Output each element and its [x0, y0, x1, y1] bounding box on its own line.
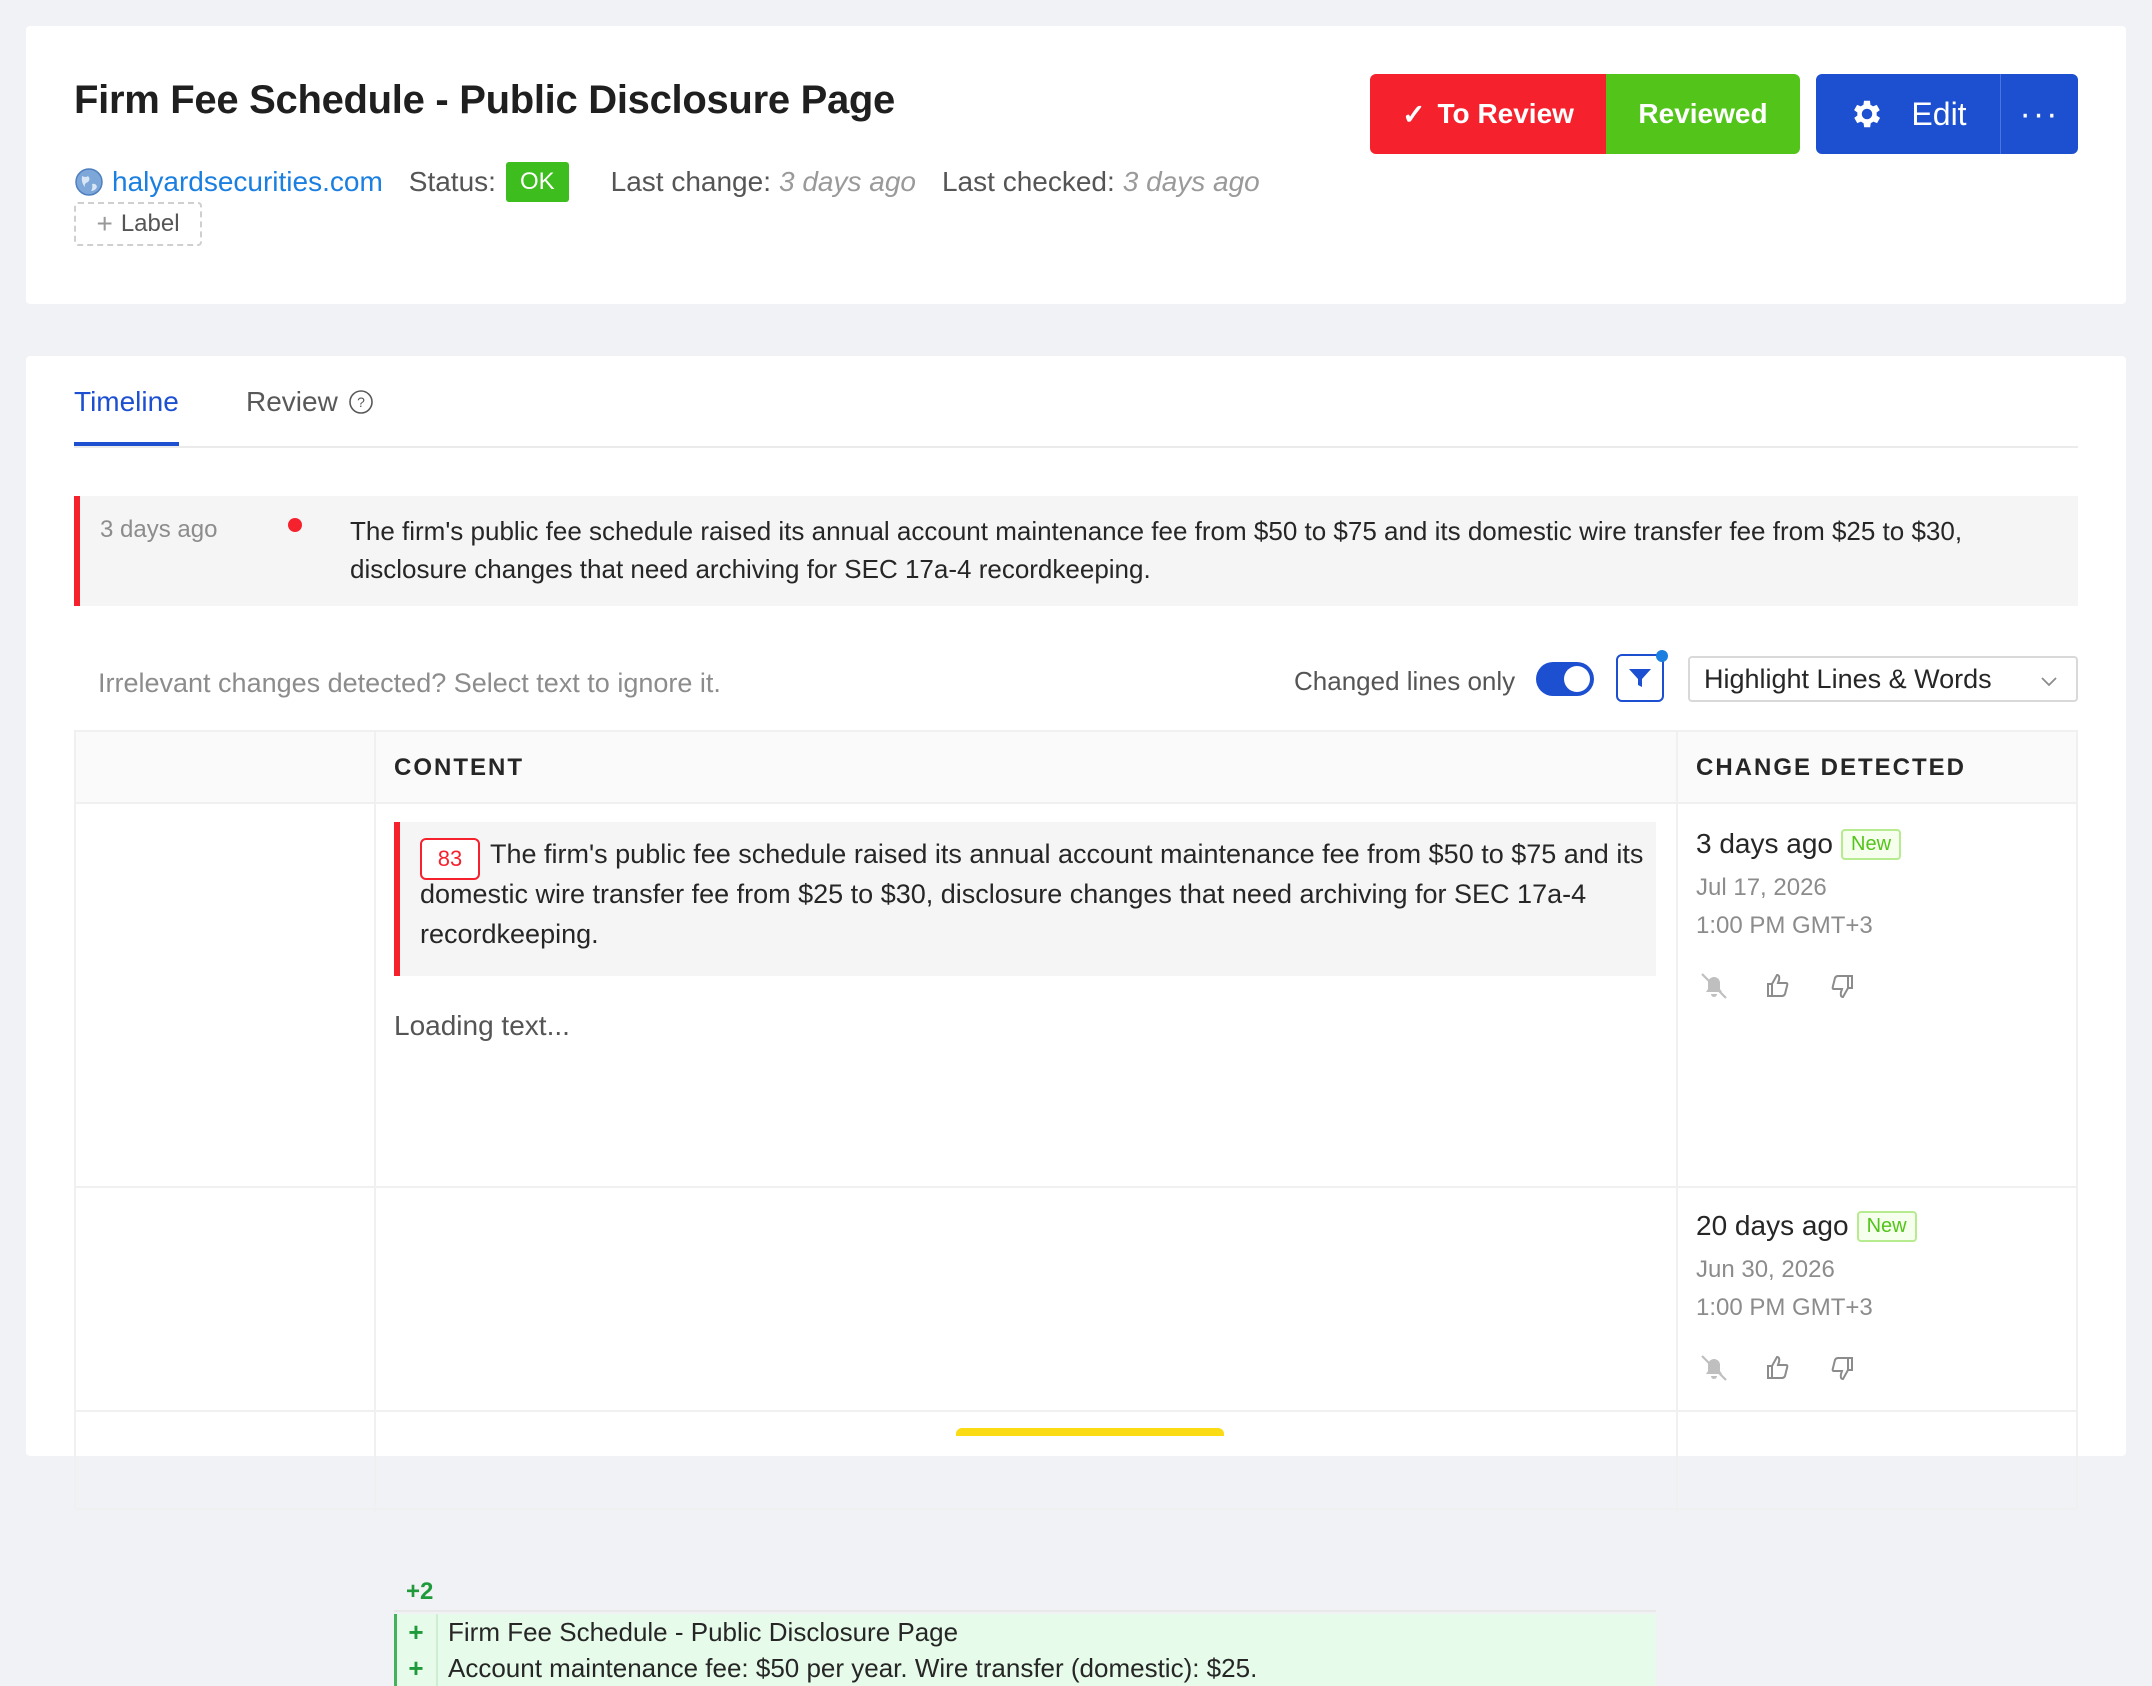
mute-bell-icon[interactable] [1696, 1350, 1732, 1386]
change-detected-column-header: CHANGE DETECTED [1696, 754, 1967, 781]
chevron-down-icon [2041, 677, 2057, 687]
diff-rule [394, 1610, 1656, 1612]
last-change-label: Last change: [610, 166, 771, 197]
timeline-card: Timeline Review ? 3 days ago The firm's … [26, 356, 2126, 1686]
tab-review[interactable]: Review ? [246, 386, 374, 418]
scroll-indicator-bar [956, 1428, 1224, 1436]
more-options-button[interactable]: ··· [2000, 74, 2078, 154]
edit-button[interactable]: Edit [1816, 74, 2000, 154]
thumbs-down-icon[interactable] [1824, 1350, 1860, 1386]
last-checked-label: Last checked: [941, 166, 1115, 197]
change-ago: 3 days ago [1696, 828, 1833, 859]
change-time: 1:00 PM GMT+3 [1696, 1294, 1873, 1321]
change-detected-cell: 3 days ago New Jul 17, 2026 1:00 PM GMT+… [1696, 828, 1902, 1004]
changed-lines-only-toggle[interactable] [1536, 662, 1594, 696]
review-state-group: ✓ To Review Reviewed [1370, 74, 1800, 154]
loading-text: Loading text... [394, 1010, 570, 1041]
table-row: 20 days ago New [1696, 1210, 1917, 1242]
summary-text: The firm's public fee schedule raised it… [350, 516, 1963, 584]
content-column-header: CONTENT [394, 754, 524, 781]
reviewed-button[interactable]: Reviewed [1606, 74, 1800, 154]
change-date: Jun 30, 2026 [1696, 1256, 1835, 1283]
table-row: 3 days ago New [1696, 828, 1902, 860]
add-label-button[interactable]: + Label [74, 202, 202, 246]
thumbs-down-icon[interactable] [1824, 968, 1860, 1004]
highlight-mode-value: Highlight Lines & Words [1704, 663, 1992, 694]
table-header: CONTENT CHANGE DETECTED [76, 732, 2076, 804]
site-link[interactable]: halyardsecurities.com [112, 166, 383, 198]
diff-sign: + [408, 1652, 424, 1683]
status-label: Status: [408, 166, 496, 197]
diff-line: + Account maintenance fee: $50 per year.… [394, 1650, 1656, 1686]
change-actions [1696, 1350, 1917, 1386]
toggle-knob [1564, 666, 1590, 692]
last-checked-value: 3 days ago [1122, 166, 1260, 197]
mute-bell-icon[interactable] [1696, 968, 1732, 1004]
meta-row: halyardsecurities.com Status: OK Last ch… [74, 160, 1286, 204]
last-change-value: 3 days ago [778, 166, 916, 197]
row-divider [76, 1410, 2076, 1412]
new-badge: New [1856, 1210, 1917, 1242]
summary-time: 3 days ago [100, 516, 218, 543]
globe-icon [75, 168, 103, 196]
line-number-badge: 83 [420, 838, 480, 880]
help-icon: ? [349, 390, 373, 414]
page-title: Firm Fee Schedule - Public Disclosure Pa… [74, 78, 895, 122]
change-summary[interactable]: 3 days ago The firm's public fee schedul… [74, 496, 2078, 606]
change-detected-cell: 20 days ago New Jun 30, 2026 1:00 PM GMT… [1696, 1210, 1917, 1386]
new-badge: New [1841, 828, 1902, 860]
changes-table: CONTENT CHANGE DETECTED The firm's publi… [74, 730, 2078, 1686]
diff-line-text: Firm Fee Schedule - Public Disclosure Pa… [448, 1616, 959, 1647]
column-divider [374, 732, 376, 1512]
to-review-label: To Review [1437, 98, 1574, 129]
svg-text:?: ? [357, 394, 365, 410]
tab-review-label: Review [246, 386, 338, 417]
tab-timeline[interactable]: Timeline [74, 386, 179, 446]
diff-line-text: Account maintenance fee: $50 per year. W… [448, 1652, 1258, 1683]
highlight-mode-select[interactable]: Highlight Lines & Words [1688, 656, 2078, 702]
changed-lines-only-label: Changed lines only [1294, 666, 1516, 696]
checkmark-icon: ✓ [1402, 98, 1426, 130]
plus-icon: + [96, 208, 113, 239]
changed-line-text: The firm's public fee schedule raised it… [420, 839, 1644, 949]
change-time: 1:00 PM GMT+3 [1696, 912, 1873, 939]
change-actions [1696, 968, 1901, 1004]
column-divider [1676, 732, 1678, 1512]
monitor-header-card: Firm Fee Schedule - Public Disclosure Pa… [26, 26, 2126, 304]
tab-bar: Timeline Review ? [74, 356, 2078, 448]
filter-icon [1629, 669, 1651, 687]
thumbs-up-icon[interactable] [1760, 1350, 1796, 1386]
tab-timeline-label: Timeline [74, 386, 179, 417]
added-lines-block[interactable]: + Firm Fee Schedule - Public Disclosure … [394, 1614, 1656, 1686]
unread-dot [288, 518, 302, 532]
diff-line: + Firm Fee Schedule - Public Disclosure … [394, 1614, 1656, 1650]
add-label-text: Label [120, 210, 180, 237]
changed-line-block[interactable]: The firm's public fee schedule raised it… [394, 822, 1656, 976]
row-divider [76, 1186, 2076, 1188]
added-lines-count: +2 [406, 1578, 434, 1605]
edit-label: Edit [1911, 95, 1967, 132]
change-ago: 20 days ago [1696, 1210, 1849, 1241]
filter-button[interactable] [1616, 650, 1668, 702]
diff-sign: + [408, 1616, 424, 1647]
thumbs-up-icon[interactable] [1760, 968, 1796, 1004]
gear-icon [1854, 100, 1881, 128]
filter-active-dot [1656, 650, 1668, 662]
to-review-button[interactable]: ✓ To Review [1370, 74, 1606, 154]
status-badge: OK [505, 162, 569, 202]
ignore-hint: Irrelevant changes detected? Select text… [98, 668, 721, 698]
change-date: Jul 17, 2026 [1696, 874, 1827, 901]
edit-group: Edit ··· [1816, 74, 2078, 154]
